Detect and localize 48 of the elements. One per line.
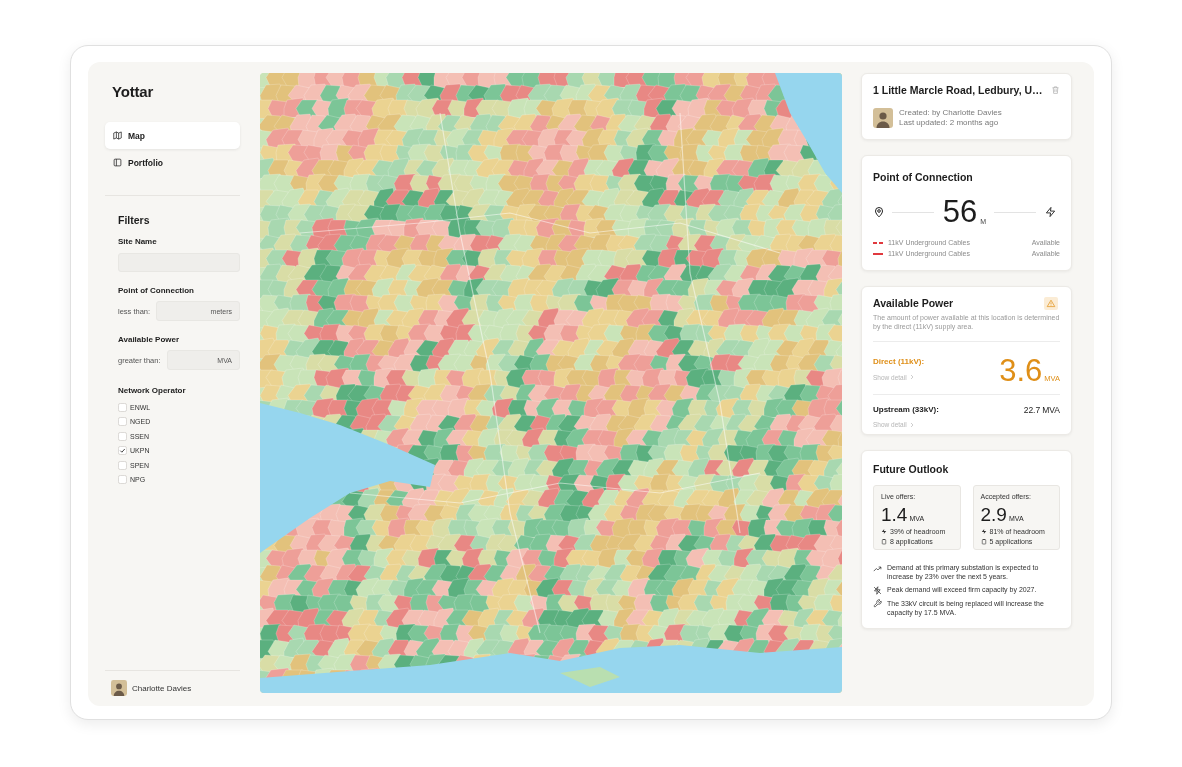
bolt-icon [980,527,987,535]
avatar-icon [111,680,127,696]
checkbox[interactable] [118,475,127,485]
chevron-right-icon [909,374,914,380]
trend-up-icon [873,563,882,573]
power-filter-label: Available Power [118,335,181,345]
logo-text: Yottar [111,83,155,101]
offer-value: 2.9 [980,505,1007,524]
connection-title: Point of Connection [873,170,974,184]
map-icon [113,131,122,140]
avatar-icon [873,108,893,128]
nav-item[interactable]: Map [105,122,240,149]
panel-icon [113,158,122,167]
distance-value: 56 [942,195,978,229]
power-value: 3.6 [999,356,1043,386]
solid-line-icon [873,252,883,255]
connection-filter-label: Point of Connection [118,286,195,296]
checkbox[interactable] [118,402,127,412]
power-title: Available Power [873,296,954,310]
last-updated-text: Last updated: 2 months ago [899,118,1000,128]
site-title: 1 Little Marcle Road, Ledbury, U… [873,83,1043,97]
operator-filter-label: Network Operator [118,386,187,396]
wrench-icon [873,599,882,608]
outlook-title: Future Outlook [873,462,950,476]
user-name: Charlotte Davies [132,683,192,693]
clipboard-icon [881,537,887,545]
nav-item[interactable]: Portfolio [105,149,240,176]
supply-label: Upstream (33kV): [873,405,939,415]
checkbox[interactable] [118,446,127,456]
checkbox[interactable] [118,460,127,470]
location-pin-icon [873,205,885,219]
power-value: 22.7 [1023,405,1041,415]
filters-heading: Filters [118,213,151,227]
bolt-icon [1045,206,1056,218]
checkbox[interactable] [118,431,127,441]
warning-icon[interactable] [1044,296,1058,310]
created-by-text: Created: by Charlotte Davies [899,108,1002,118]
clipboard-icon [980,537,987,545]
supply-label: Direct (11kV): [873,356,925,367]
site-name-label: Site Name [118,237,158,247]
chevron-right-icon [909,421,914,428]
checkbox[interactable] [118,417,127,427]
bolt-icon [881,527,887,535]
crossed-bolt-icon [873,585,882,595]
offer-value: 1.4 [881,505,908,524]
dashed-line-icon [873,241,883,244]
trash-icon[interactable] [1051,85,1060,95]
power-unit: MVA [1042,405,1060,415]
